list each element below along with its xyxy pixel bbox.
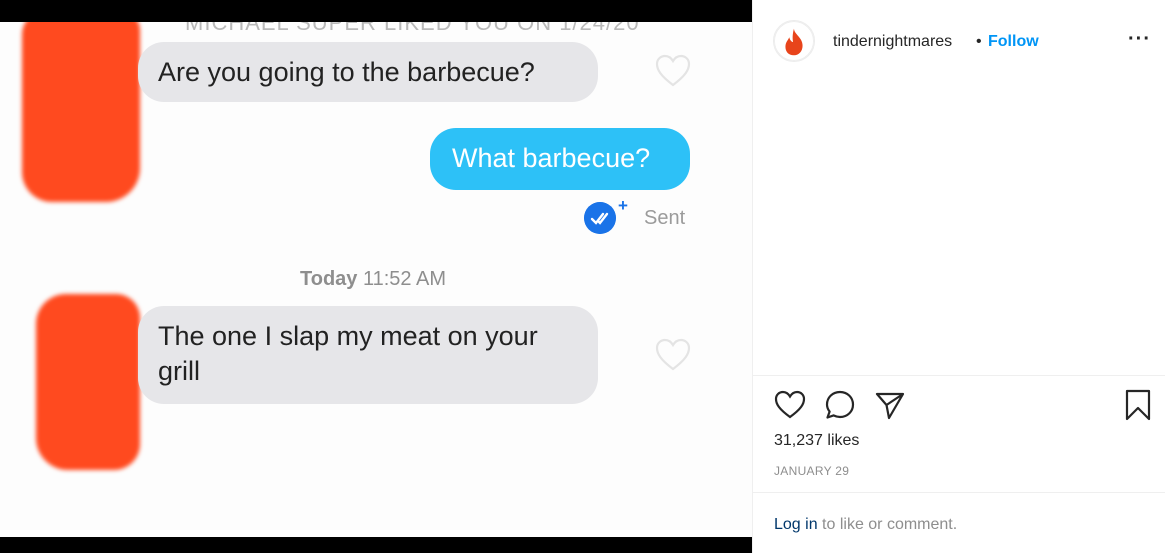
more-options-icon[interactable]: ··· xyxy=(1128,28,1151,51)
heart-icon[interactable] xyxy=(773,388,807,422)
post-header: tindernightmares • Follow ··· xyxy=(753,0,1165,88)
timestamp-time: 11:52 AM xyxy=(362,268,447,290)
post-date[interactable]: JANUARY 29 xyxy=(774,464,849,478)
header-separator: • xyxy=(976,33,982,50)
like-count[interactable]: 31,237 likes xyxy=(774,432,859,450)
divider xyxy=(753,375,1165,376)
message-bubble-incoming: Are you going to the barbecue? xyxy=(138,42,598,102)
sent-plus: + xyxy=(618,196,628,215)
redaction-block xyxy=(36,294,140,470)
divider xyxy=(753,492,1165,493)
post-username[interactable]: tindernightmares xyxy=(833,33,952,51)
double-check-icon xyxy=(584,202,616,234)
follow-button[interactable]: Follow xyxy=(988,33,1039,51)
heart-outline-icon xyxy=(655,54,691,87)
login-prompt: Log in to like or comment. xyxy=(774,516,957,534)
instagram-post-frame: MICHAEL SUPER LIKED YOU ON 1/24/20 Are y… xyxy=(0,0,1165,553)
post-image[interactable]: MICHAEL SUPER LIKED YOU ON 1/24/20 Are y… xyxy=(0,0,752,553)
sent-status: + Sent xyxy=(584,196,694,238)
comment-icon[interactable] xyxy=(823,388,857,422)
post-sidebar: tindernightmares • Follow ··· 31,237 lik… xyxy=(752,0,1165,553)
sent-label: Sent xyxy=(644,207,686,229)
redaction-block xyxy=(22,22,140,202)
share-icon[interactable] xyxy=(873,388,907,422)
cut-off-header: MICHAEL SUPER LIKED YOU ON 1/24/20 xyxy=(185,22,640,35)
message-bubble-outgoing: What barbecue? xyxy=(430,128,690,190)
post-actions xyxy=(753,388,1165,424)
login-suffix: to like or comment. xyxy=(817,516,958,533)
tinder-flame-avatar[interactable] xyxy=(773,20,815,62)
message-timestamp: Today 11:52 AM xyxy=(300,268,446,291)
message-bubble-incoming: The one I slap my meat on your grill xyxy=(138,306,598,404)
login-link[interactable]: Log in xyxy=(774,516,818,533)
heart-outline-icon xyxy=(655,338,691,371)
timestamp-day: Today xyxy=(300,268,358,290)
chat-screenshot: MICHAEL SUPER LIKED YOU ON 1/24/20 Are y… xyxy=(0,22,752,537)
bookmark-icon[interactable] xyxy=(1121,388,1155,422)
